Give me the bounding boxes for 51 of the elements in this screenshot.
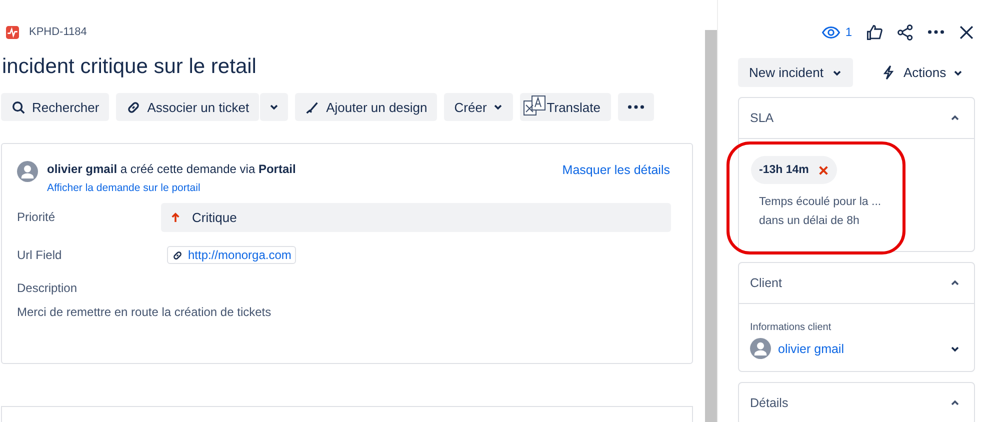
incident-type-icon xyxy=(6,26,19,38)
lightning-icon xyxy=(881,65,896,80)
request-summary: olivier gmail a créé cette demande via Portail xyxy=(47,161,297,178)
search-icon xyxy=(11,100,26,114)
add-design-button[interactable]: Ajouter un design xyxy=(295,93,438,121)
actions-button[interactable]: Actions xyxy=(870,58,974,87)
sla-timer-badge: -13h 14m xyxy=(751,156,837,184)
more-icon xyxy=(628,105,644,109)
status-button[interactable]: New incident xyxy=(738,58,854,87)
url-link[interactable]: http://monorga.com xyxy=(167,246,296,264)
portal-link[interactable]: Afficher la demande sur le portail xyxy=(47,182,554,194)
description-label: Description xyxy=(17,281,78,295)
avatar-icon xyxy=(750,338,771,359)
field-label: Informations client xyxy=(750,322,832,333)
share-icon[interactable] xyxy=(897,24,914,40)
thumbs-up-icon[interactable] xyxy=(866,24,883,40)
field-label: Url Field xyxy=(17,248,63,262)
chevron-up-icon[interactable] xyxy=(950,278,960,288)
issue-title: incident critique sur le retail xyxy=(2,54,258,80)
issue-key[interactable]: KPHD-1184 xyxy=(29,26,87,38)
more-icon[interactable] xyxy=(928,30,944,34)
avatar-icon xyxy=(17,161,38,182)
field-label: Priorité xyxy=(17,210,56,224)
sla-description: Temps écoulé pour la ... xyxy=(759,195,882,210)
watchers-button[interactable]: 1 xyxy=(822,25,852,39)
search-button[interactable]: Rechercher xyxy=(1,93,110,121)
chevron-up-icon[interactable] xyxy=(950,113,960,123)
translate-button[interactable]: Translate xyxy=(520,93,610,121)
client-link[interactable]: olivier gmail xyxy=(778,342,943,356)
caret-icon xyxy=(269,102,280,112)
link-issue-button[interactable]: Associer un ticket xyxy=(116,93,260,121)
priority-field[interactable]: Critique xyxy=(161,202,671,232)
hide-details-link[interactable]: Masquer les détails xyxy=(562,161,670,179)
pen-icon xyxy=(305,100,320,114)
scrollbar[interactable] xyxy=(705,30,717,422)
link-icon xyxy=(126,100,142,114)
cross-icon xyxy=(818,164,829,176)
priority-value: Critique xyxy=(192,210,237,224)
description-text: Merci de remettre en route la création de tickets xyxy=(17,305,272,319)
section-title: Client xyxy=(750,276,782,290)
more-button[interactable] xyxy=(618,93,654,121)
section-title: SLA xyxy=(750,111,774,125)
section-title: Détails xyxy=(750,396,788,410)
caret-icon xyxy=(492,102,503,112)
close-icon[interactable] xyxy=(958,24,975,40)
arrow-up-icon xyxy=(171,212,180,222)
sla-description: dans un délai de 8h xyxy=(759,214,860,229)
link-icon xyxy=(172,250,183,260)
chevron-up-icon[interactable] xyxy=(950,398,960,408)
eye-icon xyxy=(822,26,840,38)
create-button[interactable]: Créer xyxy=(444,93,513,121)
